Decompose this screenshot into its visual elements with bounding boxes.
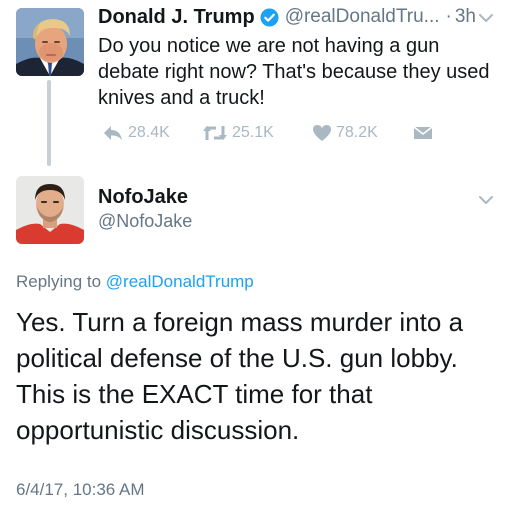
like-button[interactable]: 78.2K xyxy=(312,121,378,145)
avatar-donald-trump[interactable] xyxy=(16,8,84,76)
reply-count: 28.4K xyxy=(128,124,170,141)
replying-to-label: Replying to xyxy=(16,272,102,291)
parent-tweet-text: Do you notice we are not having a gun de… xyxy=(98,35,490,109)
reply-timestamp[interactable]: 6/4/17, 10:36 AM xyxy=(16,480,145,500)
parent-time[interactable]: 3h xyxy=(455,6,476,28)
replying-to-handle-link[interactable]: @realDonaldTrump xyxy=(106,272,254,291)
dot-separator: · xyxy=(445,6,452,27)
parent-handle[interactable]: @realDonaldTru... xyxy=(285,6,440,28)
chevron-down-icon[interactable] xyxy=(478,13,494,23)
parent-tweet-actions: 28.4K 25.1K 78.2K xyxy=(98,121,458,145)
retweet-button[interactable]: 25.1K xyxy=(202,121,274,145)
replying-to-line: Replying to @realDonaldTrump xyxy=(16,272,254,292)
avatar-nofojake[interactable] xyxy=(16,176,84,244)
direct-message-button[interactable] xyxy=(413,121,433,145)
chevron-down-icon[interactable] xyxy=(478,195,494,205)
retweet-count: 25.1K xyxy=(232,124,274,141)
reply-button[interactable]: 28.4K xyxy=(102,121,170,145)
reply-display-name[interactable]: NofoJake xyxy=(98,186,188,209)
envelope-icon xyxy=(413,126,433,139)
reply-handle[interactable]: @NofoJake xyxy=(98,211,192,232)
thread-connector-line xyxy=(47,80,51,166)
reply-icon xyxy=(104,126,122,140)
parent-display-name[interactable]: Donald J. Trump xyxy=(98,6,255,29)
like-count: 78.2K xyxy=(336,124,378,141)
reply-tweet-text: Yes. Turn a foreign mass murder into a p… xyxy=(16,307,464,445)
retweet-icon xyxy=(203,126,227,140)
verified-badge-icon xyxy=(260,7,279,27)
avatar-photo xyxy=(16,8,84,76)
avatar-photo xyxy=(16,176,84,244)
heart-icon xyxy=(313,125,331,141)
parent-tweet-header: Donald J. Trump @realDonaldTru... · 3h xyxy=(98,3,498,31)
